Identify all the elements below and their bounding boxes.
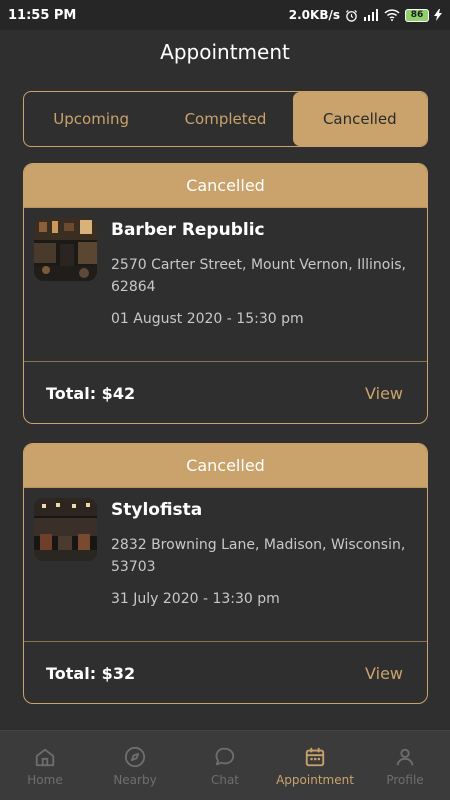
nav-home-label: Home: [27, 772, 63, 787]
nav-nearby[interactable]: Nearby: [90, 731, 180, 800]
card-footer: Total: $42 View: [24, 362, 427, 423]
nav-appointment-label: Appointment: [276, 772, 354, 787]
status-indicators: 2.0KB/s 86: [289, 8, 442, 22]
nav-appointment[interactable]: Appointment: [270, 731, 360, 800]
shop-address: 2832 Browning Lane, Madison, Wisconsin, …: [111, 537, 406, 575]
page-title: Appointment: [160, 40, 290, 64]
total-price: Total: $32: [46, 663, 136, 683]
nav-chat[interactable]: Chat: [180, 731, 270, 800]
battery-indicator: 86: [405, 8, 429, 22]
appointment-card: Cancelled Barber Republic 2570 Carter St…: [23, 163, 428, 424]
nav-nearby-label: Nearby: [113, 772, 157, 787]
tab-upcoming[interactable]: Upcoming: [24, 92, 158, 146]
status-badge: Cancelled: [24, 164, 427, 208]
nav-profile-label: Profile: [386, 772, 424, 787]
view-button[interactable]: View: [365, 384, 403, 403]
status-bar: 11:55 PM 2.0KB/s 86: [0, 0, 450, 30]
shop-name: Barber Republic: [111, 220, 265, 240]
calendar-icon: [303, 745, 327, 769]
alarm-icon: [345, 9, 358, 22]
shop-thumbnail: [34, 218, 97, 281]
signal-icon: [363, 9, 379, 21]
appointment-date: 31 July 2020 - 13:30 pm: [111, 591, 280, 607]
appointment-tabs: Upcoming Completed Cancelled: [23, 91, 428, 147]
tab-cancelled[interactable]: Cancelled: [292, 92, 427, 146]
nav-chat-label: Chat: [210, 772, 240, 787]
total-price: Total: $42: [46, 383, 136, 403]
shop-name: Stylofista: [111, 500, 203, 520]
status-time: 11:55 PM: [8, 7, 77, 23]
view-button[interactable]: View: [365, 664, 403, 683]
profile-icon: [393, 745, 417, 769]
chat-icon: [213, 745, 237, 769]
appointment-details: Stylofista 2832 Browning Lane, Madison, …: [24, 488, 427, 642]
nav-home[interactable]: Home: [0, 731, 90, 800]
charging-icon: [434, 9, 442, 21]
network-speed: 2.0KB/s: [288, 8, 340, 22]
shop-address: 2570 Carter Street, Mount Vernon, Illino…: [111, 257, 406, 295]
compass-icon: [123, 745, 147, 769]
shop-thumbnail: [34, 498, 97, 561]
appointment-card: Cancelled Stylofista 2832 Browning Lane,…: [23, 443, 428, 704]
appointment-details: Barber Republic 2570 Carter Street, Moun…: [24, 208, 427, 362]
home-icon: [33, 745, 57, 769]
nav-profile[interactable]: Profile: [360, 731, 450, 800]
bottom-navigation: Home Nearby Chat Appointment Profile: [0, 730, 450, 800]
appointment-date: 01 August 2020 - 15:30 pm: [111, 311, 304, 327]
status-badge: Cancelled: [24, 444, 427, 488]
tab-completed[interactable]: Completed: [158, 92, 292, 146]
wifi-icon: [384, 9, 400, 21]
card-footer: Total: $32 View: [24, 642, 427, 703]
appointment-screen: 11:55 PM 2.0KB/s 86 Appointment Upcoming…: [0, 0, 450, 800]
